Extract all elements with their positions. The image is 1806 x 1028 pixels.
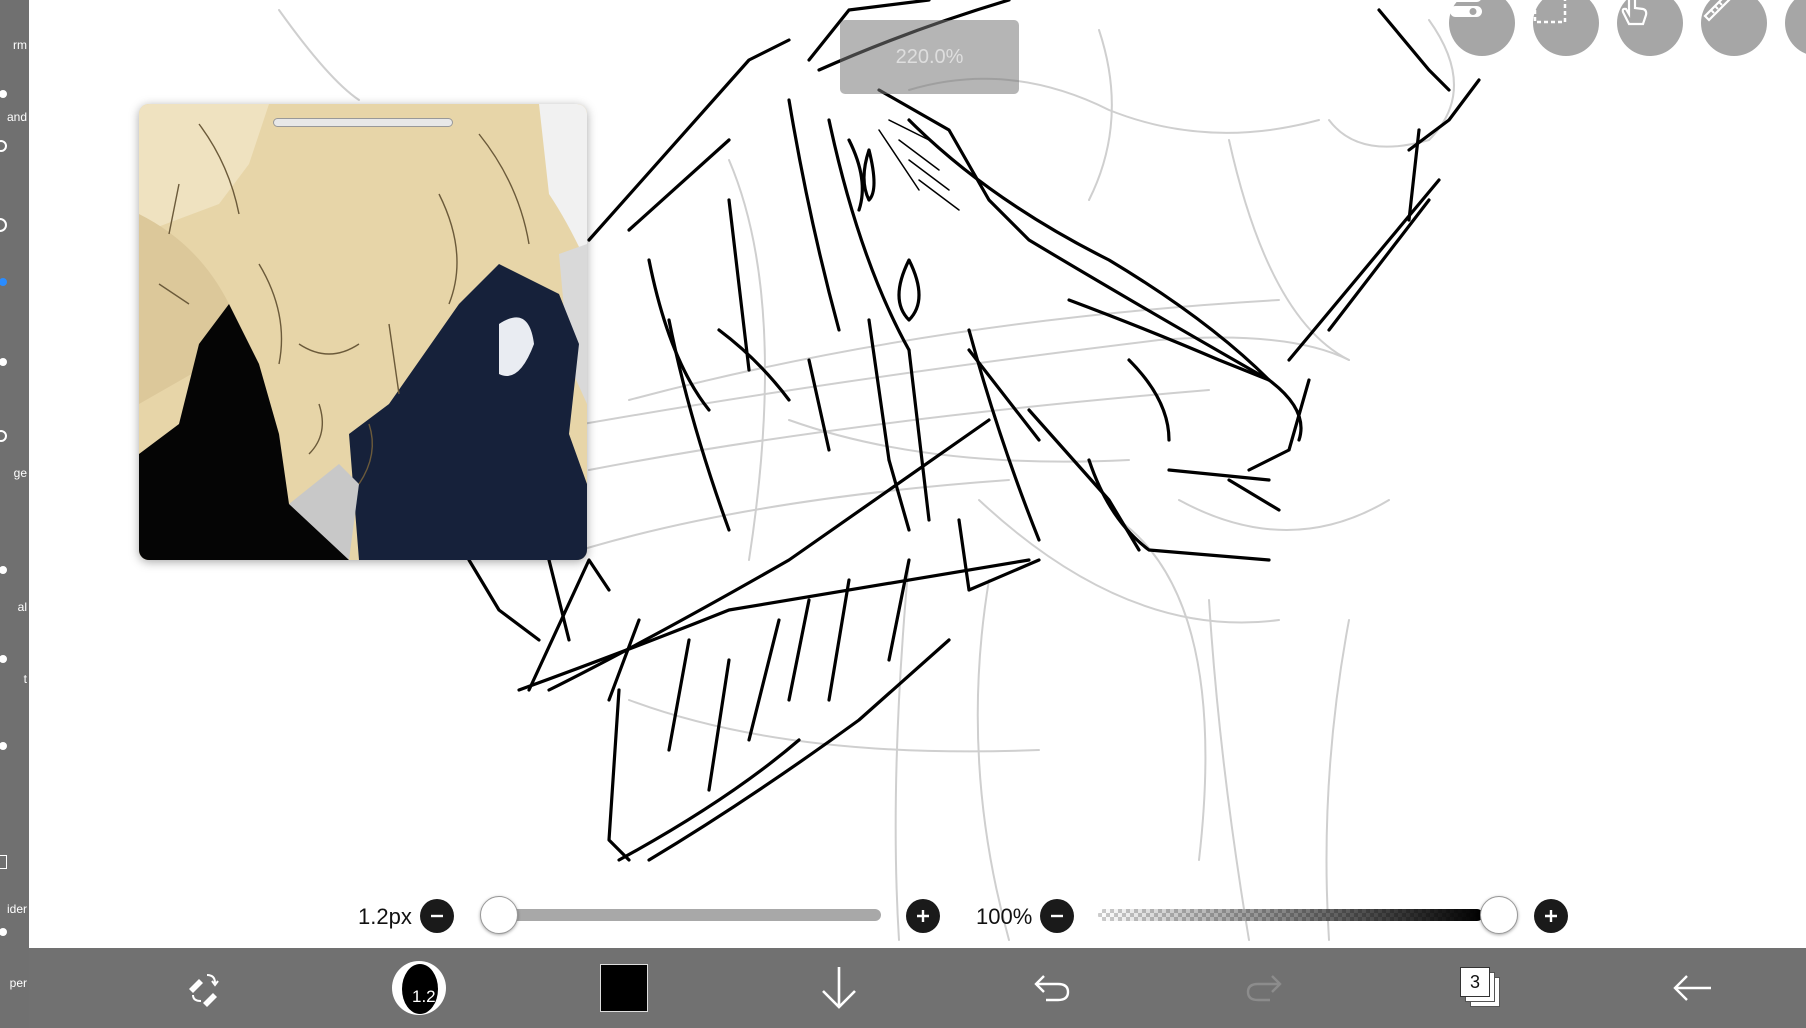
back-button[interactable]	[1657, 948, 1727, 1028]
bottom-toolbar: 1.2 3	[29, 948, 1806, 1028]
sidebar-tool-icon[interactable]	[0, 218, 7, 232]
layers-icon: 3	[1460, 967, 1500, 1009]
sidebar-selected-marker	[0, 278, 7, 286]
sidebar-label[interactable]: al	[18, 600, 27, 614]
brush-size-slider-knob[interactable]	[480, 896, 518, 934]
sidebar-label[interactable]: rm	[13, 38, 27, 52]
redo-icon	[1246, 975, 1282, 1002]
brush-size-value: 1.2px	[358, 904, 412, 929]
opacity-slider-knob[interactable]	[1480, 896, 1518, 934]
layer-count: 3	[1460, 967, 1490, 997]
download-button[interactable]	[804, 948, 874, 1028]
brush-size-badge: 1.2	[412, 987, 436, 1006]
transform-swap-icon	[189, 974, 219, 1007]
sidebar-label[interactable]: and	[7, 110, 27, 124]
brush-slider-bar: 1.2px 100%	[0, 890, 1806, 940]
sidebar-label[interactable]: t	[24, 672, 27, 686]
opacity-decrease-button[interactable]	[1040, 899, 1074, 933]
color-swatch	[600, 964, 648, 1012]
minus-icon	[1051, 914, 1063, 918]
plus-icon	[917, 910, 929, 922]
sidebar-tool-icon[interactable]	[0, 855, 7, 869]
sidebar-label[interactable]: per	[10, 976, 27, 990]
sidebar-tool-icon[interactable]	[0, 358, 7, 366]
opacity-slider[interactable]	[1098, 909, 1483, 921]
undo-icon	[1034, 975, 1070, 1002]
zoom-indicator: 220.0%	[840, 20, 1019, 94]
size-increase-button[interactable]	[906, 899, 940, 933]
download-arrow-icon	[822, 967, 856, 1009]
brush-preview-icon: 1.2	[392, 961, 446, 1015]
redo-button[interactable]	[1229, 948, 1299, 1028]
minus-icon	[431, 914, 443, 918]
size-decrease-button[interactable]	[420, 899, 454, 933]
brush-preview-button[interactable]: 1.2	[379, 948, 459, 1028]
plus-icon	[1545, 910, 1557, 922]
reference-image	[139, 104, 587, 560]
sidebar-tool-icon[interactable]	[0, 742, 7, 750]
toggle-icon	[1450, 0, 1482, 17]
color-button[interactable]	[589, 948, 659, 1028]
sidebar-tool-icon[interactable]	[0, 90, 7, 98]
opacity-value: 100%	[976, 904, 1033, 929]
back-arrow-icon	[1673, 975, 1711, 1001]
opacity-increase-button[interactable]	[1534, 899, 1568, 933]
transform-swap-button[interactable]	[169, 948, 239, 1028]
reference-window-handle[interactable]	[273, 118, 453, 127]
ruler-icon	[1703, 0, 1731, 22]
tool-sidebar: rm and ge al t ider per	[0, 0, 29, 1028]
gesture-icon	[1621, 0, 1648, 26]
sidebar-tool-icon[interactable]	[0, 655, 7, 663]
reference-window[interactable]	[139, 104, 587, 560]
undo-button[interactable]	[1017, 948, 1087, 1028]
sidebar-tool-icon[interactable]	[0, 140, 7, 152]
sidebar-tool-icon[interactable]	[0, 566, 7, 574]
brush-size-slider[interactable]	[498, 909, 881, 921]
selection-icon	[1533, 0, 1567, 24]
sidebar-label[interactable]: ge	[14, 466, 27, 480]
layers-button[interactable]: 3	[1445, 948, 1515, 1028]
sidebar-tool-icon[interactable]	[0, 430, 7, 442]
